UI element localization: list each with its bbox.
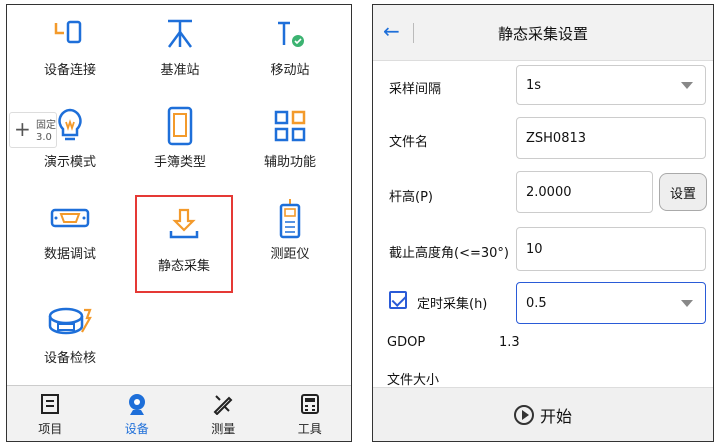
- timed-collection-label: 定时采集(h): [417, 297, 488, 312]
- play-icon: [513, 404, 534, 425]
- menu-label: 数据调试: [43, 247, 96, 262]
- screenshot: 设备连接 基准站 移动站 演示模式 手簿类型 辅助功能 数据调试 静态采集 测距…: [0, 0, 720, 446]
- menu-label: 移动站: [270, 63, 310, 78]
- menu-base-station[interactable]: 基准站: [125, 7, 235, 97]
- menu-rangefinder[interactable]: 测距仪: [235, 191, 345, 281]
- header: ← 静态采集设置: [373, 5, 713, 61]
- crosshair-icon: +: [14, 117, 31, 141]
- menu-label: 测距仪: [270, 247, 310, 262]
- menu-label: 设备检核: [43, 351, 96, 366]
- chevron-down-icon: [681, 300, 693, 307]
- menu-static-collection[interactable]: 静态采集: [135, 195, 233, 293]
- menu-rover[interactable]: 移动站: [235, 7, 345, 97]
- fix-status-text: 固定: [36, 120, 56, 131]
- menu-label: 辅助功能: [263, 155, 316, 170]
- menu-assist-functions[interactable]: 辅助功能: [235, 99, 345, 189]
- device-icon: [94, 392, 181, 416]
- nav-device[interactable]: 设备: [94, 386, 181, 441]
- pole-height-set-button[interactable]: 设置: [659, 173, 707, 211]
- nav-label: 设备: [124, 422, 149, 436]
- serial-port-icon: [15, 197, 125, 239]
- pole-height-label: 杆高(P): [389, 190, 433, 205]
- filename-input[interactable]: ZSH0813: [516, 117, 706, 159]
- project-icon: [7, 392, 94, 416]
- menu-label: 静态采集: [157, 259, 210, 274]
- menu-device-connect[interactable]: 设备连接: [15, 7, 125, 97]
- grid-icon: [235, 105, 345, 147]
- nav-measure[interactable]: 测量: [180, 386, 267, 441]
- page-title: 静态采集设置: [497, 25, 588, 43]
- pole-height-input[interactable]: 2.0000: [516, 171, 653, 213]
- filename-label: 文件名: [389, 135, 429, 150]
- menu-label: 基准站: [160, 63, 200, 78]
- pole-height-value: 2.0000: [526, 184, 572, 200]
- start-button[interactable]: 开始: [373, 387, 713, 441]
- menu-handheld-type[interactable]: 手簿类型: [125, 99, 235, 189]
- measure-icon: [180, 392, 267, 416]
- nav-label: 测量: [211, 422, 236, 436]
- interval-select[interactable]: 1s: [516, 65, 706, 105]
- interval-value: 1s: [526, 77, 542, 93]
- base-station-icon: [125, 13, 235, 55]
- timed-collection-value: 0.5: [526, 295, 547, 311]
- fix-status-value: 3.0: [36, 132, 52, 143]
- filename-value: ZSH0813: [526, 130, 587, 146]
- device-check-icon: [15, 301, 125, 343]
- timed-collection-checkbox[interactable]: [389, 291, 407, 309]
- menu-device-check[interactable]: 设备检核: [15, 295, 125, 385]
- interval-label: 采样间隔: [389, 82, 442, 97]
- nav-label: 项目: [38, 422, 63, 436]
- cutoff-angle-input[interactable]: 10: [516, 227, 706, 271]
- timed-collection-select[interactable]: 0.5: [516, 282, 706, 324]
- handheld-icon: [125, 105, 235, 147]
- download-tray-icon: [137, 203, 231, 245]
- file-size-label: 文件大小: [387, 373, 440, 388]
- nav-project[interactable]: 项目: [7, 386, 94, 441]
- cutoff-angle-label: 截止高度角(<=30°): [389, 246, 509, 261]
- static-collection-settings-screen: ← 静态采集设置 采样间隔 1s 文件名 ZSH0813 杆高(P) 2.000…: [372, 4, 714, 442]
- bottom-navigation: 项目 设备 测量 工具: [7, 385, 352, 441]
- chevron-down-icon: [681, 82, 693, 89]
- fix-status-float[interactable]: + 固定 3.0: [9, 112, 57, 148]
- menu-label: 设备连接: [43, 63, 96, 78]
- device-menu-grid: 设备连接 基准站 移动站 演示模式 手簿类型 辅助功能 数据调试 静态采集 测距…: [7, 5, 351, 385]
- tools-icon: [267, 392, 352, 416]
- menu-label: 手簿类型: [153, 155, 206, 170]
- rangefinder-icon: [235, 197, 345, 239]
- rover-icon: [235, 13, 345, 55]
- gdop-label: GDOP: [387, 335, 426, 350]
- nav-tools[interactable]: 工具: [267, 386, 352, 441]
- nav-label: 工具: [297, 422, 322, 436]
- device-menu-screen: 设备连接 基准站 移动站 演示模式 手簿类型 辅助功能 数据调试 静态采集 测距…: [6, 4, 352, 442]
- device-connect-icon: [15, 13, 125, 55]
- menu-label: 演示模式: [43, 155, 96, 170]
- start-label: 开始: [539, 406, 572, 426]
- gdop-value: 1.3: [499, 335, 520, 350]
- cutoff-angle-value: 10: [526, 241, 543, 257]
- menu-data-debug[interactable]: 数据调试: [15, 191, 125, 281]
